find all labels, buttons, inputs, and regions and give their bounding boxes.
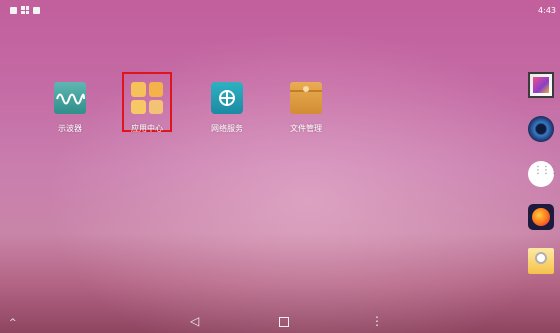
app-drawer-icon[interactable]	[528, 161, 557, 187]
mail-icon[interactable]	[528, 248, 554, 274]
status-icons	[10, 6, 40, 14]
back-button[interactable]: ◁	[190, 314, 199, 328]
file-manager-icon	[290, 82, 322, 114]
app-label: 应用中心	[131, 124, 163, 133]
home-button[interactable]	[279, 317, 289, 327]
app-center-icon	[131, 82, 163, 114]
app-app-center[interactable]: 应用中心	[112, 80, 182, 134]
app-oscilloscope[interactable]: 示波器	[35, 80, 105, 134]
clock: 4:43	[538, 6, 556, 15]
grid-notification-icon	[21, 6, 29, 14]
app-file-manager[interactable]: 文件管理	[271, 80, 341, 134]
app-network-service[interactable]: 网络服务	[192, 80, 262, 134]
wallpaper	[0, 0, 560, 333]
status-bar: 4:43	[0, 0, 560, 20]
gallery-icon[interactable]	[528, 72, 554, 98]
network-service-icon	[211, 82, 243, 114]
oscilloscope-icon	[54, 82, 86, 114]
navigation-bar: ^ ◁ ⋮	[0, 311, 560, 333]
app-label: 文件管理	[290, 124, 322, 133]
menu-button[interactable]: ⋮	[371, 314, 383, 328]
firefox-icon[interactable]	[528, 204, 554, 230]
chevron-up-icon[interactable]: ^	[9, 316, 17, 330]
app-label: 示波器	[58, 124, 82, 133]
square-notification-icon	[33, 6, 40, 14]
music-player-icon[interactable]	[528, 116, 554, 142]
app-label: 网络服务	[211, 124, 243, 133]
notification-icon	[10, 6, 17, 14]
